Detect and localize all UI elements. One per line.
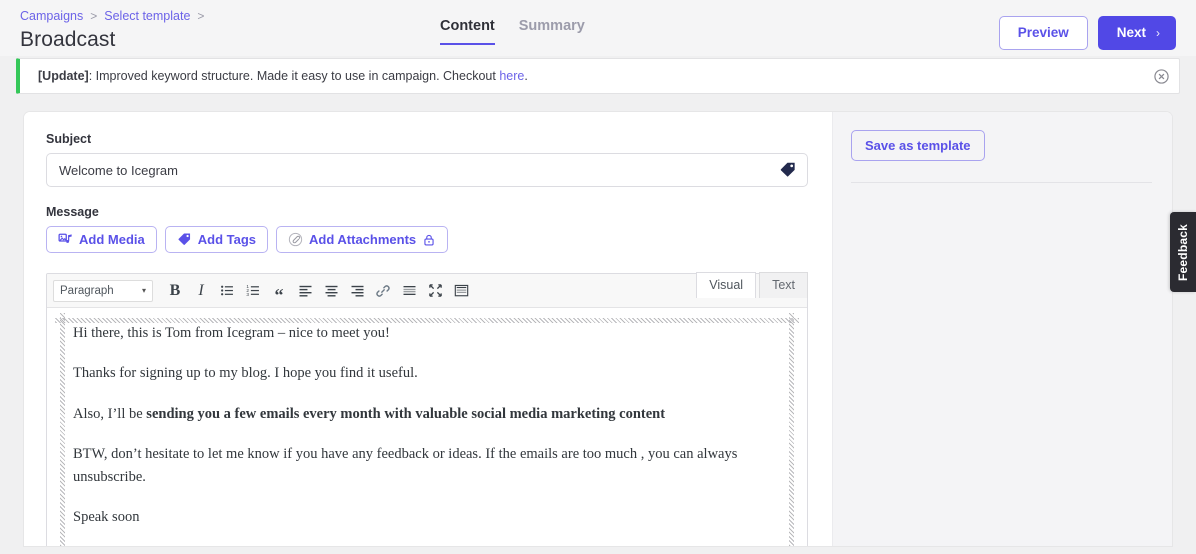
paperclip-icon bbox=[288, 232, 303, 247]
editor-paragraph: Thanks for signing up to my blog. I hope… bbox=[73, 362, 789, 384]
bold-icon[interactable]: B bbox=[163, 279, 187, 303]
fullscreen-icon[interactable] bbox=[423, 279, 447, 303]
add-attachments-label: Add Attachments bbox=[309, 233, 416, 246]
editor-paragraph: Also, I’ll be sending you a few emails e… bbox=[73, 403, 789, 425]
notice-period: . bbox=[524, 69, 527, 83]
page-title: Broadcast bbox=[20, 27, 420, 53]
notice-message: : Improved keyword structure. Made it ea… bbox=[89, 69, 500, 83]
add-tags-label: Add Tags bbox=[198, 233, 256, 246]
header-tabs: Content Summary bbox=[440, 18, 585, 45]
sidebar-divider bbox=[851, 182, 1152, 183]
add-attachments-button[interactable]: Add Attachments bbox=[276, 226, 448, 253]
toolbar-toggle-icon[interactable] bbox=[449, 279, 473, 303]
italic-icon[interactable]: I bbox=[189, 279, 213, 303]
page-header: Campaigns > Select template > Broadcast … bbox=[0, 0, 1196, 56]
tag-icon bbox=[177, 232, 192, 247]
editor-mode-tabs: Visual Text bbox=[696, 272, 808, 298]
next-button-label: Next bbox=[1117, 26, 1146, 40]
media-icon bbox=[58, 232, 73, 247]
content-card: Subject Message bbox=[24, 112, 1172, 546]
insert-read-more-icon[interactable] bbox=[397, 279, 421, 303]
next-button[interactable]: Next › bbox=[1098, 16, 1176, 50]
editor-paragraph-text: Also, I’ll be bbox=[73, 406, 146, 422]
editor-wrapper: Visual Text Paragraph ▾ B I bbox=[46, 273, 808, 546]
editor-content-area[interactable]: Hi there, this is Tom from Icegram – nic… bbox=[47, 308, 807, 546]
breadcrumb-separator: > bbox=[197, 8, 204, 24]
tab-text[interactable]: Text bbox=[759, 272, 808, 298]
breadcrumb-item-campaigns[interactable]: Campaigns bbox=[20, 8, 83, 24]
preview-button[interactable]: Preview bbox=[999, 16, 1088, 50]
add-media-button[interactable]: Add Media bbox=[46, 226, 157, 253]
insert-link-icon[interactable] bbox=[371, 279, 395, 303]
app-root: Campaigns > Select template > Broadcast … bbox=[0, 0, 1196, 554]
header-left: Campaigns > Select template > Broadcast bbox=[20, 6, 420, 53]
rich-text-editor: Paragraph ▾ B I bbox=[46, 273, 808, 546]
subject-input[interactable] bbox=[47, 154, 807, 186]
svg-text:3: 3 bbox=[246, 292, 249, 297]
editor-paragraph: Speak soon bbox=[73, 506, 789, 528]
breadcrumb: Campaigns > Select template > bbox=[20, 8, 420, 24]
numbered-list-icon[interactable]: 1 2 3 bbox=[241, 279, 265, 303]
align-left-icon[interactable] bbox=[293, 279, 317, 303]
tab-content[interactable]: Content bbox=[440, 18, 495, 45]
add-media-label: Add Media bbox=[79, 233, 145, 246]
subject-label: Subject bbox=[46, 132, 808, 146]
notice-text: [Update]: Improved keyword structure. Ma… bbox=[38, 68, 528, 84]
save-as-template-button[interactable]: Save as template bbox=[851, 130, 985, 161]
feedback-tab[interactable]: Feedback bbox=[1170, 212, 1196, 292]
tab-summary[interactable]: Summary bbox=[519, 18, 585, 45]
close-circle-icon[interactable] bbox=[1153, 68, 1169, 84]
bulleted-list-icon[interactable] bbox=[215, 279, 239, 303]
tab-visual[interactable]: Visual bbox=[696, 272, 756, 298]
add-tags-button[interactable]: Add Tags bbox=[165, 226, 268, 253]
message-label: Message bbox=[46, 205, 808, 219]
chevron-right-icon: › bbox=[1156, 27, 1160, 39]
align-center-icon[interactable] bbox=[319, 279, 343, 303]
lock-icon bbox=[422, 233, 436, 247]
sidebar-panel: Save as template bbox=[832, 112, 1172, 546]
editor-body[interactable]: Hi there, this is Tom from Icegram – nic… bbox=[65, 322, 789, 546]
notice-badge: [Update] bbox=[38, 69, 89, 83]
align-right-icon[interactable] bbox=[345, 279, 369, 303]
update-notice: [Update]: Improved keyword structure. Ma… bbox=[16, 58, 1180, 94]
subject-field bbox=[46, 153, 808, 187]
media-buttons-row: Add Media Add Tags bbox=[46, 226, 808, 253]
editor-column: Subject Message bbox=[24, 112, 832, 546]
editor-paragraph: Hi there, this is Tom from Icegram – nic… bbox=[73, 322, 789, 344]
breadcrumb-separator: > bbox=[90, 8, 97, 24]
tag-icon[interactable] bbox=[777, 159, 799, 181]
header-actions: Preview Next › bbox=[999, 16, 1176, 50]
blockquote-icon[interactable]: “ bbox=[267, 279, 291, 303]
chevron-down-icon: ▾ bbox=[142, 286, 146, 295]
breadcrumb-item-select-template[interactable]: Select template bbox=[104, 8, 190, 24]
feedback-label: Feedback bbox=[1176, 224, 1190, 281]
editor-paragraph: BTW, don’t hesitate to let me know if yo… bbox=[73, 443, 789, 488]
format-select-value: Paragraph bbox=[60, 285, 114, 297]
editor-toolbar: Paragraph ▾ B I bbox=[47, 274, 807, 308]
editor-paragraph-bold: sending you a few emails every month wit… bbox=[146, 406, 665, 422]
format-select[interactable]: Paragraph ▾ bbox=[53, 280, 153, 302]
notice-link[interactable]: here bbox=[499, 69, 524, 83]
